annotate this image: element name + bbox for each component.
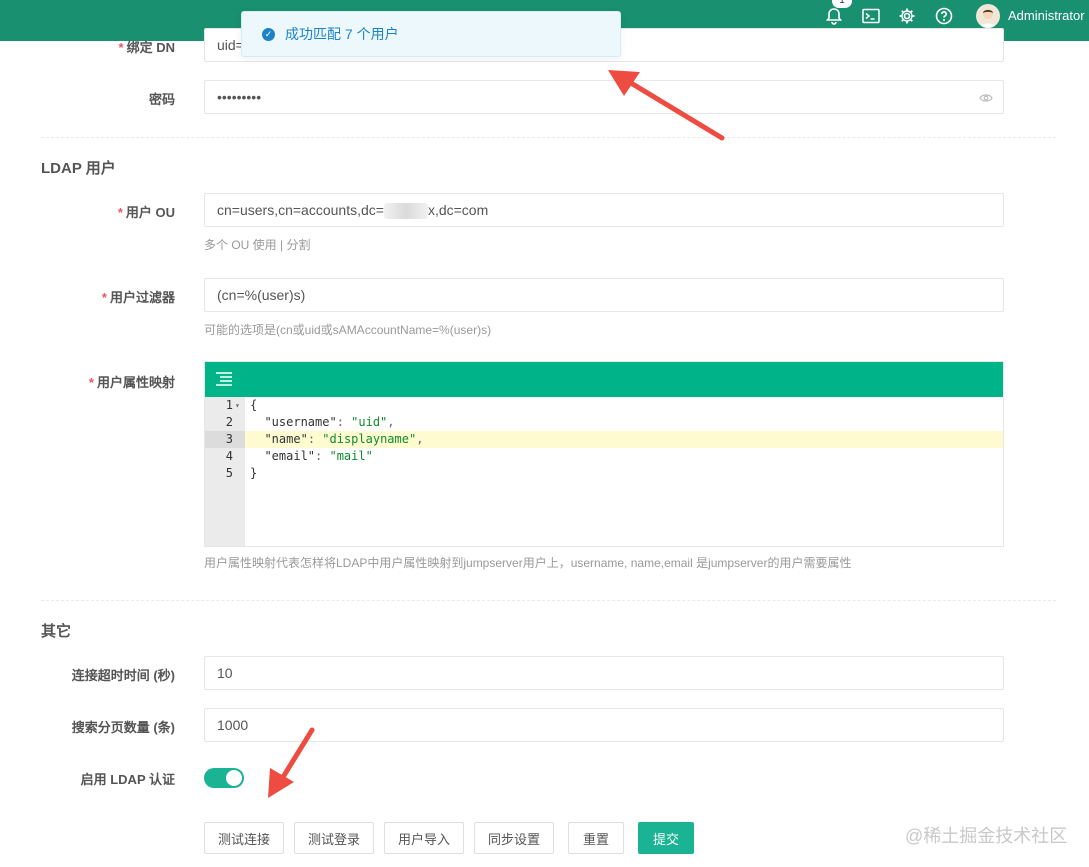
user-ou-label: * 用户 OU — [117, 205, 175, 220]
password-input[interactable]: ••••••••• — [204, 80, 1004, 114]
gear-icon[interactable] — [897, 6, 917, 26]
eye-icon[interactable] — [979, 81, 993, 113]
import-users-button[interactable]: 用户导入 — [384, 822, 464, 854]
page-size-label: 搜索分页数量 (条) — [71, 720, 175, 735]
json-editor[interactable]: 1 ▾ { 2 "username": "uid", 3 "name": "dis… — [204, 361, 1004, 547]
attr-map-help: 用户属性映射代表怎样将LDAP中用户属性映射到jumpserver用户上，use… — [204, 556, 852, 570]
watermark: @稀土掘金技术社区 — [905, 826, 1068, 846]
user-ou-help: 多个 OU 使用 | 分割 — [204, 238, 311, 252]
redacted-text — [383, 203, 428, 220]
code-line-active[interactable]: 3 "name": "displayname", — [205, 431, 1003, 448]
user-ou-input[interactable]: cn=users,cn=accounts,dc= x,dc=com — [204, 193, 1004, 227]
editor-toolbar — [205, 362, 1003, 397]
format-icon[interactable] — [215, 371, 233, 387]
attr-map-label: * 用户属性映射 — [88, 375, 175, 390]
success-toast: ✓ 成功匹配 7 个用户 — [241, 11, 621, 57]
code-line[interactable]: 2 "username": "uid", — [205, 414, 1003, 431]
code-line[interactable]: 1 ▾ { — [205, 397, 1003, 414]
password-value: ••••••••• — [217, 89, 262, 105]
help-icon[interactable] — [934, 6, 954, 26]
avatar[interactable] — [976, 4, 1000, 28]
password-label: 密码 — [148, 92, 175, 107]
bind-dn-label: * 绑定 DN — [118, 40, 175, 55]
submit-button[interactable]: 提交 — [638, 822, 694, 854]
user-filter-label: * 用户过滤器 — [101, 290, 175, 305]
section-divider — [41, 600, 1056, 601]
toast-message: 成功匹配 7 个用户 — [285, 26, 399, 42]
enable-ldap-label: 启用 LDAP 认证 — [80, 772, 175, 787]
reset-button[interactable]: 重置 — [568, 822, 624, 854]
switch-knob — [226, 770, 242, 786]
user-filter-input[interactable]: (cn=%(user)s) — [204, 278, 1004, 312]
enable-ldap-switch[interactable] — [204, 768, 244, 788]
bell-icon[interactable] — [824, 6, 844, 26]
test-login-button[interactable]: 测试登录 — [294, 822, 374, 854]
check-circle-icon: ✓ — [262, 27, 275, 41]
sync-settings-button[interactable]: 同步设置 — [474, 822, 554, 854]
code-line[interactable]: 4 "email": "mail" — [205, 448, 1003, 465]
user-name[interactable]: Administrator — [1008, 8, 1085, 23]
timeout-label: 连接超时时间 (秒) — [71, 668, 175, 683]
section-divider — [41, 137, 1056, 138]
section-title-other: 其它 — [41, 623, 72, 640]
user-filter-help: 可能的选项是(cn或uid或sAMAccountName=%(user)s) — [204, 323, 492, 337]
timeout-input[interactable]: 10 — [204, 656, 1004, 690]
terminal-icon[interactable] — [861, 6, 881, 26]
test-connect-button[interactable]: 测试连接 — [204, 822, 284, 854]
section-title-ldap-users: LDAP 用户 — [41, 160, 116, 177]
page-size-input[interactable]: 1000 — [204, 708, 1004, 742]
code-line[interactable]: 5 } — [205, 465, 1003, 482]
